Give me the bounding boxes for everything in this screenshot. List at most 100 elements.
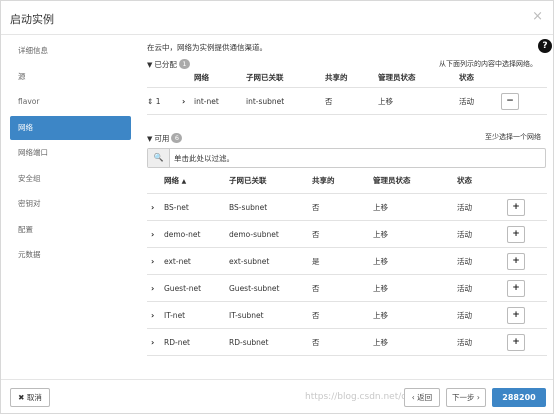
network-name: demo-net xyxy=(164,230,201,239)
network-name: RD-net xyxy=(164,338,191,347)
sidebar-item-source[interactable]: 源 xyxy=(10,65,131,89)
table-row[interactable]: › Guest-net Guest-subnet 否 上移 活动 + xyxy=(147,276,547,302)
column-header-shared[interactable]: 共享的 xyxy=(325,66,348,90)
admin-state-value: 上移 xyxy=(373,338,388,347)
shared-value: 否 xyxy=(312,230,320,239)
add-network-button[interactable]: + xyxy=(507,226,525,243)
available-section-header[interactable]: ▼ 可用 6 xyxy=(147,133,183,144)
available-label: 可用 xyxy=(154,134,170,143)
filter-search-box: 🔍 xyxy=(147,148,546,168)
sidebar-item-networks[interactable]: 网络 xyxy=(10,115,131,140)
table-row[interactable]: › RD-net RD-subnet 否 上移 活动 + xyxy=(147,330,547,356)
admin-state-value: 上移 xyxy=(373,311,388,320)
column-header-admin-state[interactable]: 管理员状态 xyxy=(373,168,411,194)
reorder-handle[interactable]: ⇕ 1 xyxy=(147,89,160,115)
allocated-row[interactable]: ⇕ 1 › int-net int-subnet 否 上移 活动 − xyxy=(147,89,547,115)
shared-value: 是 xyxy=(312,257,320,266)
add-network-button[interactable]: + xyxy=(507,280,525,297)
close-icon[interactable]: × xyxy=(532,9,543,24)
launch-instance-modal: 启动实例 × 详细信息 源 flavor 网络 网络端口 安全组 密钥对 配置 … xyxy=(0,0,554,414)
status-value: 活动 xyxy=(457,203,472,212)
status-value: 活动 xyxy=(457,230,472,239)
subnet-name: IT-subnet xyxy=(229,311,264,320)
modal-title: 启动实例 xyxy=(10,13,54,26)
modal-header: 启动实例 × xyxy=(1,1,553,35)
subnet-name: RD-subnet xyxy=(229,338,269,347)
sidebar-item-flavor[interactable]: flavor xyxy=(10,90,131,114)
status-value: 活动 xyxy=(457,284,472,293)
panel-description: 在云中，网络为实例提供通信渠道。 xyxy=(147,43,267,52)
filter-input[interactable] xyxy=(174,151,534,165)
status-value: 活动 xyxy=(457,311,472,320)
column-header-admin-state[interactable]: 管理员状态 xyxy=(378,66,416,90)
column-header-network-label: 网络 xyxy=(164,176,179,185)
add-network-button[interactable]: + xyxy=(507,334,525,351)
cancel-button[interactable]: ✖ 取消 xyxy=(10,388,50,407)
add-network-button[interactable]: + xyxy=(507,307,525,324)
column-header-status[interactable]: 状态 xyxy=(459,66,474,90)
expand-chevron-icon[interactable]: › xyxy=(151,195,154,221)
row-order: 1 xyxy=(155,97,161,106)
shared-value: 否 xyxy=(312,311,320,320)
subnet-name: BS-subnet xyxy=(229,203,268,212)
sidebar-item-details[interactable]: 详细信息 xyxy=(10,39,131,63)
help-icon[interactable]: ? xyxy=(538,39,552,53)
column-header-status[interactable]: 状态 xyxy=(457,168,472,194)
launch-instance-button[interactable]: 288200 xyxy=(492,388,546,407)
sidebar-item-metadata[interactable]: 元数据 xyxy=(10,243,131,267)
network-name: int-net xyxy=(194,97,219,106)
sidebar-item-security-groups[interactable]: 安全组 xyxy=(10,167,131,191)
column-header-network[interactable]: 网络 xyxy=(194,66,209,90)
network-name: ext-net xyxy=(164,257,191,266)
subnet-name: ext-subnet xyxy=(229,257,270,266)
shared-value: 否 xyxy=(312,338,320,347)
subnet-name: Guest-subnet xyxy=(229,284,280,293)
status-value: 活动 xyxy=(459,97,474,106)
expand-chevron-icon[interactable]: › xyxy=(151,303,154,329)
expand-chevron-icon[interactable]: › xyxy=(151,249,154,275)
status-value: 活动 xyxy=(457,257,472,266)
back-button[interactable]: ‹ 返回 xyxy=(404,388,440,407)
chevron-down-icon: ▼ xyxy=(147,135,153,143)
add-network-button[interactable]: + xyxy=(507,199,525,216)
status-value: 活动 xyxy=(457,338,472,347)
table-row[interactable]: › ext-net ext-subnet 是 上移 活动 + xyxy=(147,249,547,275)
expand-chevron-icon[interactable]: › xyxy=(151,222,154,248)
add-network-button[interactable]: + xyxy=(507,253,525,270)
sort-ascending-icon: ▲ xyxy=(181,178,187,185)
admin-state-value: 上移 xyxy=(373,203,388,212)
network-name: Guest-net xyxy=(164,284,202,293)
shared-value: 否 xyxy=(325,97,333,106)
network-name: IT-net xyxy=(164,311,186,320)
table-row[interactable]: › IT-net IT-subnet 否 上移 活动 + xyxy=(147,303,547,329)
available-header-row: 网络 ▲ 子网已关联 共享的 管理员状态 状态 xyxy=(147,168,547,194)
search-icon: 🔍 xyxy=(148,149,170,167)
column-header-subnet[interactable]: 子网已关联 xyxy=(246,66,284,90)
column-header-shared[interactable]: 共享的 xyxy=(312,168,335,194)
admin-state-value: 上移 xyxy=(373,230,388,239)
shared-value: 否 xyxy=(312,284,320,293)
admin-state-value: 上移 xyxy=(373,284,388,293)
subnet-name: demo-subnet xyxy=(229,230,279,239)
table-row[interactable]: › BS-net BS-subnet 否 上移 活动 + xyxy=(147,195,547,221)
expand-chevron-icon[interactable]: › xyxy=(151,330,154,356)
next-button[interactable]: 下一步 › xyxy=(446,388,486,407)
remove-network-button[interactable]: − xyxy=(501,93,519,110)
available-note: 至少选择一个网络 xyxy=(485,133,541,141)
modal-footer: ✖ 取消 https://blog.csdn.net/qq_36 ‹ 返回 下一… xyxy=(1,379,553,414)
sort-arrows-icon: ⇕ xyxy=(147,97,154,106)
sidebar-item-key-pairs[interactable]: 密钥对 xyxy=(10,192,131,216)
network-name: BS-net xyxy=(164,203,189,212)
available-count-badge: 6 xyxy=(171,133,183,143)
expand-chevron-icon[interactable]: › xyxy=(182,89,185,115)
column-header-network[interactable]: 网络 ▲ xyxy=(164,168,186,195)
admin-state-value: 上移 xyxy=(378,97,393,106)
sidebar-item-network-ports[interactable]: 网络端口 xyxy=(10,141,131,165)
column-header-subnet[interactable]: 子网已关联 xyxy=(229,168,267,194)
expand-chevron-icon[interactable]: › xyxy=(151,276,154,302)
subnet-name: int-subnet xyxy=(246,97,285,106)
shared-value: 否 xyxy=(312,203,320,212)
allocated-header-row: 网络 子网已关联 共享的 管理员状态 状态 xyxy=(147,66,547,88)
table-row[interactable]: › demo-net demo-subnet 否 上移 活动 + xyxy=(147,222,547,248)
sidebar-item-configuration[interactable]: 配置 xyxy=(10,218,131,242)
